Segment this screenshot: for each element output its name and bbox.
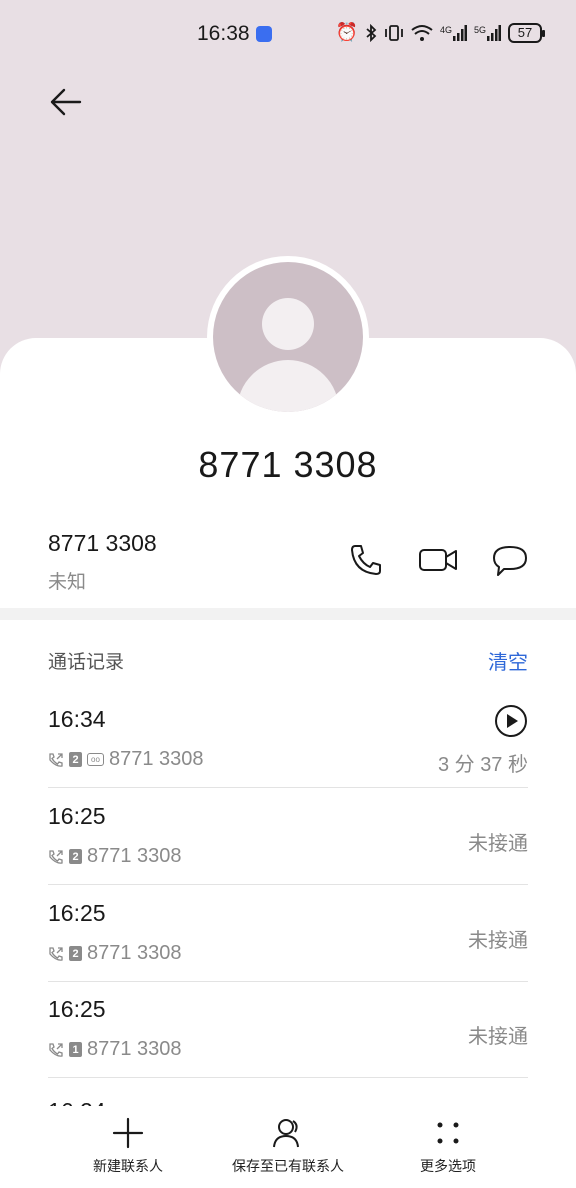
call-log-row[interactable]: 16:25 2 8771 3308 未接通	[48, 789, 528, 885]
call-time: 16:34	[48, 706, 106, 732]
call-button[interactable]	[346, 540, 386, 580]
more-options-label: 更多选项	[420, 1159, 476, 1175]
call-details: 2 8771 3308	[48, 845, 182, 868]
back-button[interactable]	[44, 82, 88, 122]
call-number: 8771 3308	[109, 748, 204, 770]
phone-icon	[351, 545, 381, 575]
call-log-row[interactable]: 16:25 1 8771 3308 未接通	[48, 982, 528, 1078]
call-number: 8771 3308	[87, 1038, 182, 1060]
vibrate-icon	[385, 24, 403, 41]
call-out-icon	[49, 849, 63, 864]
call-out-icon	[49, 752, 63, 767]
call-time: 16:25	[48, 996, 106, 1022]
call-details: 2 oo 8771 3308	[48, 748, 204, 771]
sim-card-icon: 2	[69, 752, 82, 767]
more-dots-icon	[437, 1122, 459, 1144]
arrow-left-icon	[50, 88, 82, 116]
signal-4g-icon: 4G	[439, 24, 467, 41]
call-log-row[interactable]: 16:25 2 8771 3308 未接通	[48, 886, 528, 982]
call-log-title: 通话记录	[48, 651, 125, 673]
video-call-button[interactable]	[418, 540, 458, 580]
call-duration: 3 分 37 秒	[437, 754, 528, 776]
alarm-icon: ⏰	[335, 22, 358, 42]
call-out-icon	[49, 1042, 63, 1057]
call-status: 未接通	[468, 928, 528, 952]
signal-5g-icon: 5G	[473, 24, 501, 41]
call-status: 未接通	[468, 1024, 528, 1048]
voice-recorder-icon	[256, 26, 272, 42]
network-type-label: 5G	[473, 24, 486, 35]
person-icon	[273, 1119, 299, 1148]
save-to-existing-contact-button[interactable]: 保存至已有联系人	[198, 1116, 378, 1176]
phone-number[interactable]: 8771 3308	[48, 530, 157, 557]
bluetooth-icon	[366, 23, 377, 42]
new-contact-button[interactable]: 新建联系人	[38, 1116, 218, 1176]
save-to-existing-contact-label: 保存至已有联系人	[232, 1159, 344, 1175]
call-number: 8771 3308	[87, 942, 182, 964]
page-title: 8771 3308	[198, 444, 378, 485]
status-bar: 16:38 ⏰ 4G 5G 57	[0, 0, 576, 68]
wifi-icon	[411, 24, 433, 41]
call-time: 16:25	[48, 803, 106, 829]
call-number: 8771 3308	[87, 845, 182, 867]
new-contact-label: 新建联系人	[93, 1159, 163, 1175]
call-status: 未接通	[468, 831, 528, 855]
network-type-label: 4G	[439, 24, 452, 35]
battery-icon: 57	[508, 22, 545, 43]
bottom-action-bar: 新建联系人 保存至已有联系人 更多选项	[0, 1106, 576, 1188]
sim-card-icon: 2	[69, 946, 82, 961]
video-camera-icon	[419, 549, 457, 571]
sim-card-icon: 2	[69, 849, 82, 864]
call-time: 16:25	[48, 900, 106, 926]
number-location: 未知	[48, 571, 87, 593]
status-time: 16:38	[197, 22, 250, 45]
default-person-icon	[213, 262, 363, 412]
play-icon	[495, 705, 527, 737]
clear-call-log-button[interactable]: 清空	[488, 646, 528, 675]
avatar	[207, 256, 369, 418]
message-bubble-icon	[493, 546, 527, 576]
message-button[interactable]	[490, 540, 530, 580]
section-divider	[0, 608, 576, 620]
call-details: 2 8771 3308	[48, 942, 182, 965]
voicemail-icon: oo	[87, 753, 104, 766]
sim-card-icon: 1	[69, 1042, 82, 1057]
status-icons: ⏰ 4G 5G 57	[335, 22, 545, 43]
call-out-icon	[49, 946, 63, 961]
play-recording-button[interactable]	[494, 704, 528, 738]
plus-icon	[112, 1117, 144, 1149]
call-log-row[interactable]: 16:34 2 oo 8771 3308 3 分 37 秒	[48, 692, 528, 788]
call-details: 1 8771 3308	[48, 1038, 182, 1061]
more-options-button[interactable]: 更多选项	[358, 1116, 538, 1176]
